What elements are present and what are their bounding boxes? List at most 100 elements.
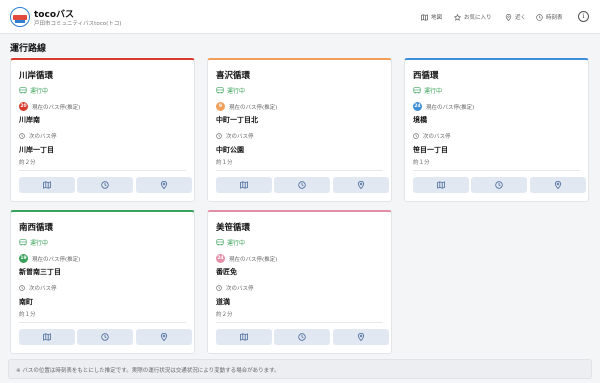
eta-text: 約２分 xyxy=(216,312,233,318)
location-pin-icon xyxy=(554,181,562,189)
route-name: 西循環 xyxy=(413,71,439,81)
nav-favorites[interactable]: お気に入り xyxy=(454,12,492,22)
card-divider xyxy=(413,170,580,171)
route-card[interactable]: 川岸循環 運行中 20 現在のバス停(推定) 川岸南 次のバス停 川岸一丁目 約２… xyxy=(10,58,195,202)
next-stop-name: 笹目一丁目 xyxy=(413,146,448,154)
nav-map[interactable]: 地図 xyxy=(421,12,442,22)
next-stop-name: 中町公園 xyxy=(216,146,244,154)
route-timetable-button[interactable] xyxy=(77,329,133,345)
map-icon xyxy=(421,13,428,21)
next-stop-label: 次のバス停 xyxy=(19,132,57,140)
next-stop-label: 次のバス停 xyxy=(413,132,451,140)
route-card[interactable]: 西循環 運行中 24 現在のバス停(推定) 境橋 次のバス停 笹目一丁目 約１分 xyxy=(404,58,589,202)
current-stop-label: 24 現在のバス停(推定) xyxy=(413,102,474,111)
location-pin-icon xyxy=(357,333,365,341)
next-stop-name: 川岸一丁目 xyxy=(19,146,54,154)
location-pin-icon xyxy=(160,333,168,341)
route-status-label: 運行中 xyxy=(424,88,443,95)
location-pin-icon xyxy=(160,181,168,189)
clock-icon xyxy=(216,133,222,139)
route-status: 運行中 xyxy=(216,238,245,247)
next-stop-label-text: 次のバス停 xyxy=(29,134,57,140)
current-stop-label: 24 現在のバス停(推定) xyxy=(216,254,277,263)
current-stop-label: 9 現在のバス停(推定) xyxy=(216,102,277,111)
route-map-button[interactable] xyxy=(216,329,272,345)
bus-icon xyxy=(413,87,421,94)
route-timetable-button[interactable] xyxy=(471,177,527,193)
next-stop-label-text: 次のバス停 xyxy=(423,134,451,140)
route-card[interactable]: 南西循環 運行中 19 現在のバス停(推定) 新曽南三丁目 次のバス停 南町 約１… xyxy=(10,210,195,354)
route-name: 川岸循環 xyxy=(19,71,54,81)
current-stop-name: 川岸南 xyxy=(19,116,40,124)
footer-note: ※ バスの位置は時刻表をもとにした推定です。実際の運行状況は交通状況により変動す… xyxy=(8,359,592,379)
route-location-button[interactable] xyxy=(333,329,389,345)
route-location-button[interactable] xyxy=(530,177,586,193)
clock-icon xyxy=(298,181,306,189)
nav-map-label: 地図 xyxy=(431,15,443,21)
page-title: 運行路線 xyxy=(10,44,47,54)
card-divider xyxy=(216,170,383,171)
route-map-button[interactable] xyxy=(19,177,75,193)
route-timetable-button[interactable] xyxy=(274,329,330,345)
current-stop-name: 番匠免 xyxy=(216,268,237,276)
next-stop-name: 南町 xyxy=(19,298,33,306)
route-name: 喜沢循環 xyxy=(216,71,251,81)
bus-icon xyxy=(19,239,27,246)
map-icon xyxy=(437,181,445,189)
map-icon xyxy=(43,181,51,189)
next-stop-label: 次のバス停 xyxy=(216,132,254,140)
map-icon xyxy=(240,333,248,341)
current-stop-name: 新曽南三丁目 xyxy=(19,268,61,276)
eta-text: 約１分 xyxy=(19,312,36,318)
nav-nearby[interactable]: 近く xyxy=(505,12,526,22)
route-location-button[interactable] xyxy=(136,177,192,193)
star-icon xyxy=(454,13,461,21)
route-timetable-button[interactable] xyxy=(77,177,133,193)
bus-icon xyxy=(216,239,224,246)
bus-icon xyxy=(19,87,27,94)
nav-favorites-label: お気に入り xyxy=(464,15,492,21)
nav-nearby-label: 近く xyxy=(515,15,527,21)
current-stop-name: 中町一丁目北 xyxy=(216,116,258,124)
route-card[interactable]: 喜沢循環 運行中 9 現在のバス停(推定) 中町一丁目北 次のバス停 中町公園 約… xyxy=(207,58,392,202)
next-stop-label: 次のバス停 xyxy=(216,284,254,292)
route-status: 運行中 xyxy=(19,238,48,247)
route-status-label: 運行中 xyxy=(30,240,49,247)
current-stop-name: 境橋 xyxy=(413,116,427,124)
map-icon xyxy=(43,333,51,341)
clock-icon xyxy=(536,13,543,21)
route-timetable-button[interactable] xyxy=(274,177,330,193)
route-map-button[interactable] xyxy=(19,329,75,345)
current-stop-label-text: 現在のバス停(推定) xyxy=(426,104,475,111)
route-location-button[interactable] xyxy=(136,329,192,345)
app-header: tocoバス 戸田市コミュニティバスtoco(トコ) 地図 お気に入り 近く 時… xyxy=(0,0,600,34)
route-location-button[interactable] xyxy=(333,177,389,193)
map-icon xyxy=(240,181,248,189)
route-map-button[interactable] xyxy=(413,177,469,193)
eta-text: 約１分 xyxy=(216,160,233,166)
next-stop-label-text: 次のバス停 xyxy=(29,286,57,292)
clock-icon xyxy=(101,181,109,189)
route-map-button[interactable] xyxy=(216,177,272,193)
route-status-label: 運行中 xyxy=(30,88,49,95)
nav-timetable[interactable]: 時刻表 xyxy=(536,12,563,22)
nav-timetable-label: 時刻表 xyxy=(546,15,563,21)
info-button[interactable]: i xyxy=(578,11,589,22)
route-card[interactable]: 美笹循環 運行中 24 現在のバス停(推定) 番匠免 次のバス停 道満 約２分 xyxy=(207,210,392,354)
route-status: 運行中 xyxy=(413,86,442,95)
current-stop-label-text: 現在のバス停(推定) xyxy=(229,104,278,111)
route-status-label: 運行中 xyxy=(227,88,246,95)
location-pin-icon xyxy=(505,13,512,21)
eta-text: 約１分 xyxy=(413,160,430,166)
route-name: 南西循環 xyxy=(19,223,54,233)
bus-number-badge: 24 xyxy=(216,254,225,263)
clock-icon xyxy=(19,285,25,291)
route-name: 美笹循環 xyxy=(216,223,251,233)
bus-number-badge: 20 xyxy=(19,102,28,111)
route-status-label: 運行中 xyxy=(227,240,246,247)
location-pin-icon xyxy=(357,181,365,189)
bus-number-badge: 19 xyxy=(19,254,28,263)
current-stop-label: 20 現在のバス停(推定) xyxy=(19,102,80,111)
bus-number-badge: 9 xyxy=(216,102,225,111)
bus-number-badge: 24 xyxy=(413,102,422,111)
